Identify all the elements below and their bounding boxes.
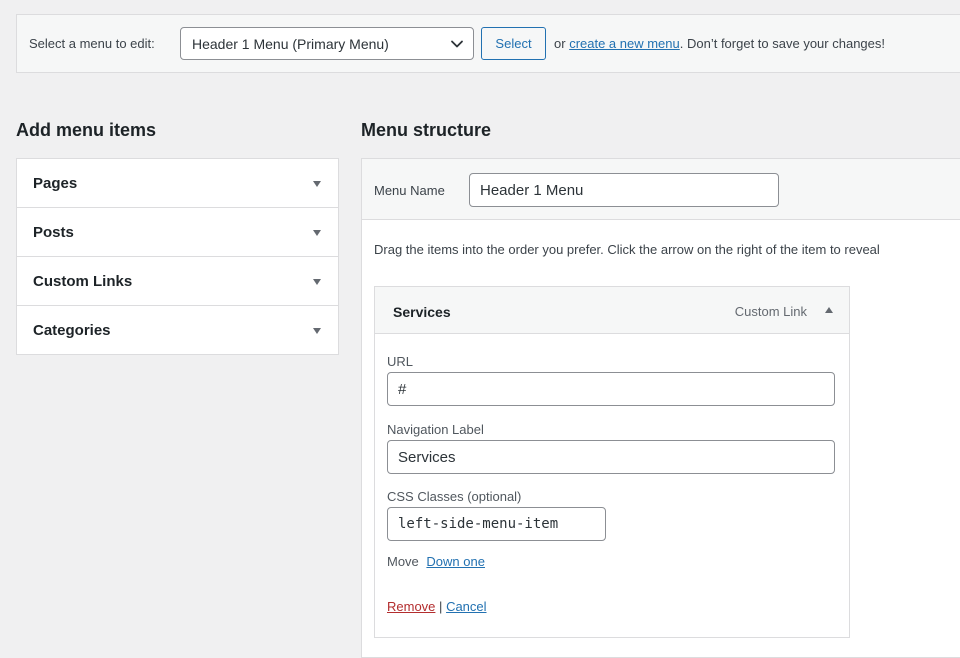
item-actions: Remove | Cancel bbox=[387, 599, 487, 614]
create-menu-text: or create a new menu. Don’t forget to sa… bbox=[554, 36, 885, 51]
menu-item-type: Custom Link bbox=[734, 304, 807, 319]
accordion-section-custom-links[interactable]: Custom Links bbox=[17, 257, 338, 306]
accordion-section-categories[interactable]: Categories bbox=[17, 306, 338, 354]
menu-structure-heading: Menu structure bbox=[361, 120, 492, 140]
menu-name-bar: Menu Name Header 1 Menu bbox=[362, 159, 960, 220]
menu-name-input[interactable]: Header 1 Menu bbox=[469, 173, 779, 207]
menu-name-label: Menu Name bbox=[374, 183, 445, 198]
accordion-title: Custom Links bbox=[33, 273, 133, 290]
menu-select-value: Header 1 Menu (Primary Menu) bbox=[192, 36, 389, 52]
menu-item-services: Services Custom Link URL # Navigation La… bbox=[374, 286, 850, 638]
accordion-title: Categories bbox=[33, 322, 111, 339]
menu-select-bar: Select a menu to edit: Header 1 Menu (Pr… bbox=[16, 14, 960, 73]
add-menu-items-accordion: Pages Posts Custom Links Categories bbox=[16, 158, 339, 355]
caret-down-icon bbox=[313, 230, 321, 236]
select-button[interactable]: Select bbox=[481, 27, 546, 60]
caret-down-icon bbox=[313, 279, 321, 285]
caret-down-icon bbox=[313, 181, 321, 187]
or-text: or bbox=[554, 36, 566, 51]
save-reminder-text: . Don’t forget to save your changes! bbox=[679, 36, 885, 51]
remove-link[interactable]: Remove bbox=[387, 599, 435, 614]
move-label: Move bbox=[387, 554, 419, 569]
url-input[interactable]: # bbox=[387, 372, 835, 406]
select-menu-label: Select a menu to edit: bbox=[29, 36, 155, 51]
drag-instructions: Drag the items into the order you prefer… bbox=[374, 242, 880, 257]
css-classes-label: CSS Classes (optional) bbox=[387, 489, 522, 504]
navigation-label-label: Navigation Label bbox=[387, 422, 484, 437]
accordion-section-pages[interactable]: Pages bbox=[17, 159, 338, 208]
cancel-link[interactable]: Cancel bbox=[446, 599, 486, 614]
css-classes-input[interactable]: left-side-menu-item bbox=[387, 507, 606, 541]
actions-separator: | bbox=[439, 599, 443, 614]
menu-structure-panel: Menu Name Header 1 Menu Drag the items i… bbox=[361, 158, 960, 658]
url-label: URL bbox=[387, 354, 414, 369]
move-row: Move Down one bbox=[387, 554, 485, 569]
menu-item-handle[interactable]: Services Custom Link bbox=[375, 287, 849, 334]
menu-select-dropdown[interactable]: Header 1 Menu (Primary Menu) bbox=[180, 27, 474, 60]
accordion-section-posts[interactable]: Posts bbox=[17, 208, 338, 257]
add-menu-items-heading: Add menu items bbox=[16, 120, 157, 140]
move-down-one-link[interactable]: Down one bbox=[426, 554, 485, 569]
navigation-label-input[interactable]: Services bbox=[387, 440, 835, 474]
caret-down-icon bbox=[313, 328, 321, 334]
create-new-menu-link[interactable]: create a new menu bbox=[569, 36, 680, 51]
accordion-title: Pages bbox=[33, 175, 78, 192]
chevron-down-icon bbox=[451, 40, 463, 48]
accordion-title: Posts bbox=[33, 224, 74, 241]
menu-item-title: Services bbox=[393, 304, 451, 320]
caret-up-icon[interactable] bbox=[825, 307, 833, 313]
